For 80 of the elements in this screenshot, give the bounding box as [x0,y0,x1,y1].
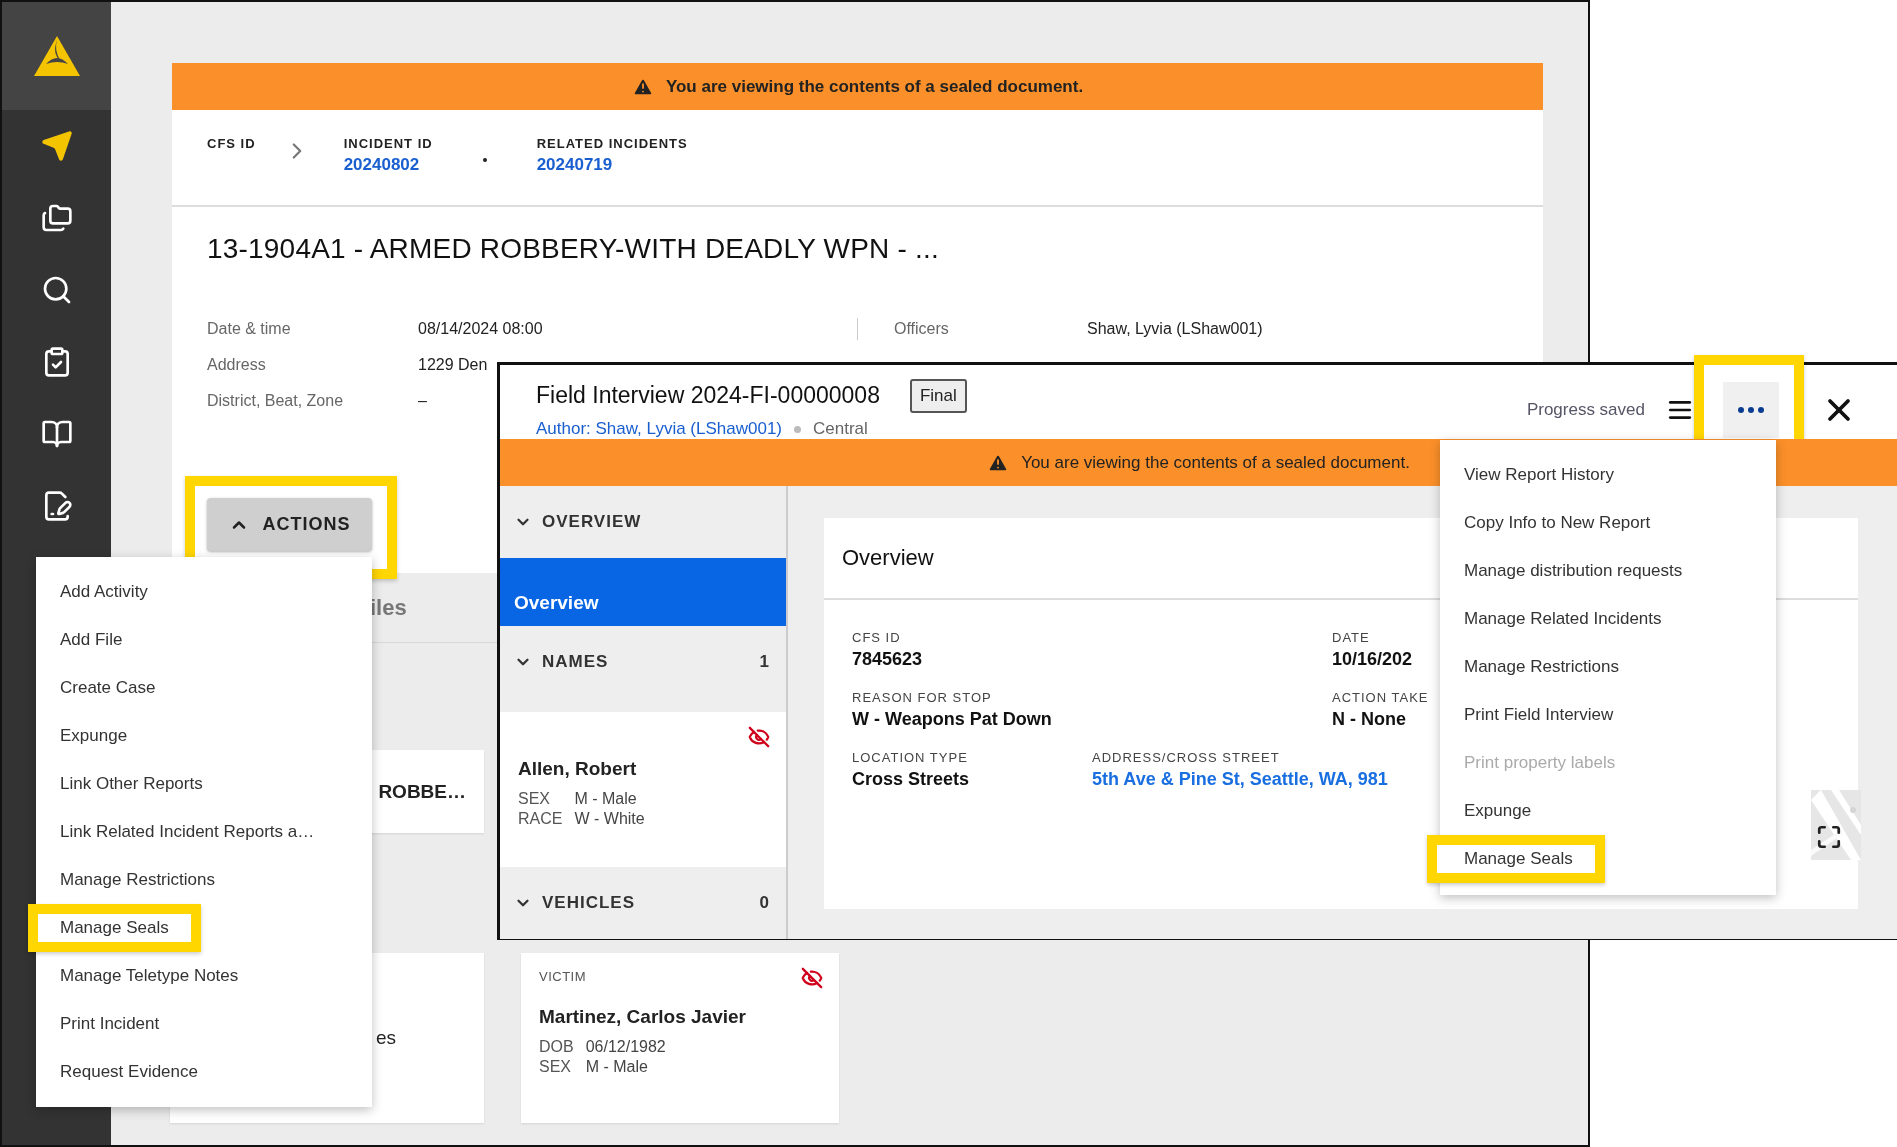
field-label: RACE [518,810,563,828]
incident-id-label: INCIDENT ID [343,136,433,151]
field-label: SEX [518,790,551,808]
menu-item[interactable]: Manage Teletype Notes [36,952,372,1000]
person-name: Martinez, Carlos Javier [539,1006,747,1028]
menu-item[interactable]: Add File [36,616,372,664]
detail-value: 1229 Den [418,355,488,375]
nav-section-header[interactable]: VEHICLES 0 [500,867,786,939]
field-label: LOCATION TYPE [852,750,968,765]
menu-item[interactable]: Request Evidence [36,1048,372,1096]
banner-text: You are viewing the contents of a sealed document. [665,76,1084,97]
menu-item[interactable]: Print Field Interview [1440,691,1776,739]
field-value: 06/12/1982 [585,1038,667,1056]
menu-item[interactable]: Link Related Incident Reports a… [36,808,372,856]
menu-item[interactable]: Manage Restrictions [36,856,372,904]
detail-value: Shaw, Lyvia (LShaw001) [1087,319,1263,339]
detail-label: Date & time [207,319,292,339]
field-label: ADDRESS/CROSS STREET [1092,750,1280,765]
related-incidents-label: RELATED INCIDENTS [536,136,688,151]
menu-item[interactable]: Create Case [36,664,372,712]
folders-icon[interactable] [40,202,73,234]
detail-label: Address [207,355,267,375]
incident-id-link[interactable]: 20240802 [343,155,433,175]
menu-item[interactable]: Manage distribution requests [1440,547,1776,595]
detail-value: 08/14/2024 08:00 [418,319,543,339]
field-value: N - None [1332,709,1406,730]
menu-item[interactable]: Manage Related Incidents [1440,595,1776,643]
person-card[interactable]: Allen, Robert SEX M - Male RACE W - White [500,712,786,867]
status-badge: Final [909,379,967,413]
banner-text: You are viewing the contents of a sealed document. [1021,452,1410,473]
field-value: M - Male [585,1058,649,1076]
related-incident-link[interactable]: 20240719 [536,155,688,175]
detail-label: District, Beat, Zone [207,391,345,411]
window-title: Field Interview 2024-FI-00000008 [536,381,880,409]
person-name: Allen, Robert [518,758,638,780]
author-link[interactable]: Author: Shaw, Lyvia (LShaw001) [536,419,782,439]
detail-value: – [418,391,427,411]
cfs-id-label: CFS ID [207,136,256,151]
field-value: W - Weapons Pat Down [852,709,1052,730]
book-icon[interactable] [40,418,73,450]
nav-item[interactable]: Overview [500,558,786,626]
menu-item[interactable]: Expunge [1440,787,1776,835]
logo-icon [31,34,82,78]
field-value: W - White [574,810,646,828]
menu-item[interactable]: Link Other Reports [36,760,372,808]
card-title: es [376,1027,397,1049]
menu-item[interactable]: Add Activity [36,568,372,616]
separator-dot-icon [482,158,487,162]
actions-button[interactable]: ACTIONS [207,498,372,551]
send-icon[interactable] [40,130,73,162]
menu-item[interactable]: Manage Seals [38,914,191,942]
nav-section-header[interactable]: NAMES 1 [500,626,786,698]
section-title: Overview [842,545,934,571]
field-label: CFS ID [852,630,901,645]
menu-item[interactable]: Copy Info to New Report [1440,499,1776,547]
field-label: DOB [539,1038,574,1056]
more-button[interactable] [1723,382,1779,438]
menu-item[interactable]: Manage Seals [1437,845,1595,873]
save-status: Progress saved [1526,400,1645,420]
menu-item[interactable]: Manage Restrictions [1440,643,1776,691]
address-link[interactable]: 5th Ave & Pine St, Seattle, WA, 981 [1092,769,1388,790]
field-label: SEX [539,1058,572,1076]
fullscreen-icon[interactable] [1816,824,1842,850]
menu-item[interactable]: View Report History [1440,451,1776,499]
field-value: Cross Streets [852,769,970,790]
incident-title: 13-1904A1 - ARMED ROBBERY-WITH DEADLY WPN - ... [207,233,940,265]
field-value: 7845623 [852,649,923,670]
field-value: M - Male [574,790,638,808]
district-text: Central [813,419,868,439]
field-label: ACTION TAKE [1332,690,1429,705]
nav-section-header[interactable]: OVERVIEW [500,486,786,558]
menu-item[interactable]: Print Incident [36,1000,372,1048]
detail-label: Officers [894,319,950,339]
field-value: 10/16/202 [1332,649,1413,670]
menu-item[interactable]: Expunge [36,712,372,760]
card-title: ROBBE… [378,780,466,803]
separator-dot-icon [794,425,801,433]
role-label: VICTIM [539,969,588,984]
field-label: DATE [1332,630,1370,645]
field-label: REASON FOR STOP [852,690,992,705]
